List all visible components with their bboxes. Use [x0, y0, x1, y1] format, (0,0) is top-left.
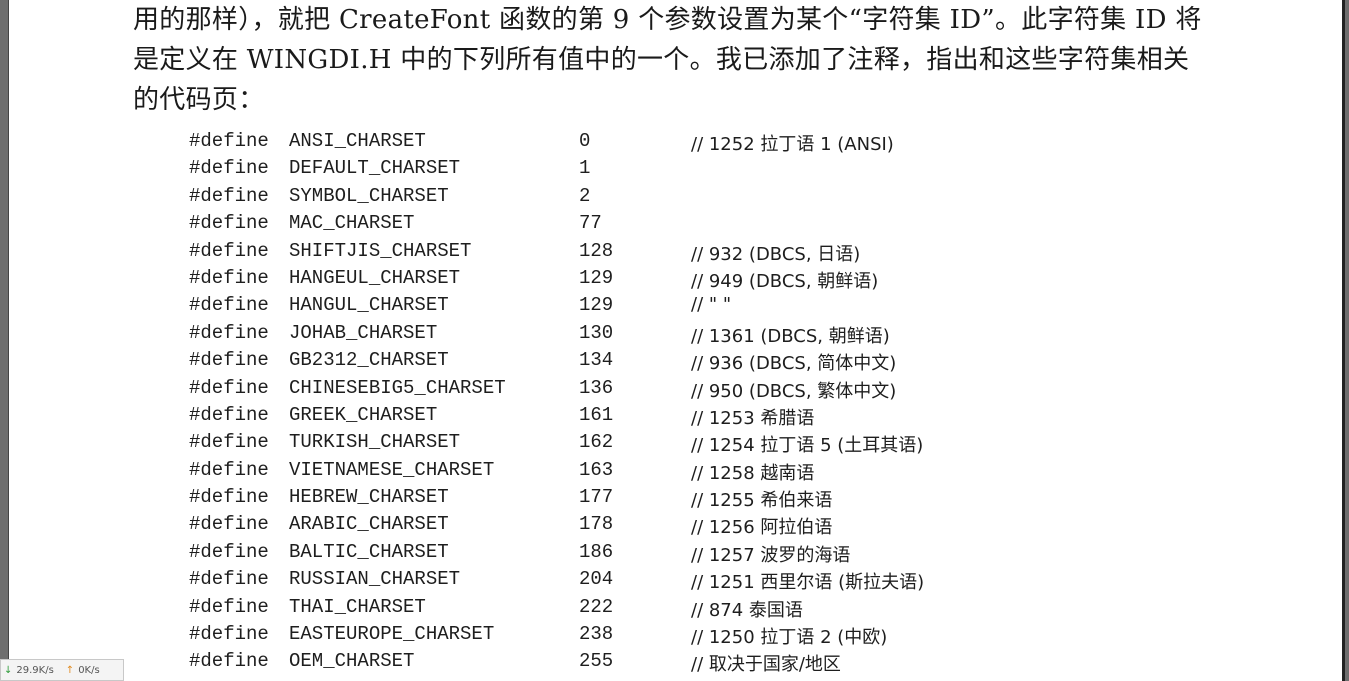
define-keyword: #define — [189, 458, 269, 481]
charset-name: RUSSIAN_CHARSET — [289, 568, 461, 591]
define-keyword: #define — [189, 266, 269, 289]
charset-name: VIETNAMESE_CHARSET — [289, 458, 495, 481]
charset-value: 204 — [579, 568, 614, 591]
charset-name: ANSI_CHARSET — [289, 130, 426, 152]
charset-value: 186 — [579, 540, 614, 563]
charset-value: 128 — [579, 239, 614, 262]
charset-name: THAI_CHARSET — [289, 595, 426, 618]
download-speed: 29.9K/s — [16, 664, 54, 676]
charset-name: SYMBOL_CHARSET — [289, 184, 449, 207]
define-keyword: #define — [189, 239, 269, 262]
arrow-down-icon: ↓ — [4, 664, 13, 676]
charset-value: 136 — [579, 376, 614, 399]
define-keyword: #define — [189, 486, 269, 509]
charset-comment: // 取决于国家/地区 — [691, 654, 841, 676]
arrow-up-icon: ↑ — [65, 664, 75, 676]
charset-comment: // 950 (DBCS, 繁体中文) — [691, 380, 897, 402]
define-keyword: #define — [189, 403, 269, 426]
define-keyword: #define — [189, 130, 269, 152]
charset-comment: // 1361 (DBCS, 朝鲜语) — [691, 325, 890, 347]
network-speed-widget[interactable]: ↓ 29.9K/s ↑ 0K/s — [0, 659, 124, 681]
charset-comment: // " " — [691, 294, 732, 316]
charset-name: HANGEUL_CHARSET — [289, 266, 461, 289]
charset-comment: // 1258 越南语 — [691, 462, 815, 484]
charset-value: 162 — [579, 431, 614, 454]
charset-value: 255 — [579, 650, 614, 673]
charset-name: BALTIC_CHARSET — [289, 540, 449, 563]
charset-comment: // 1252 拉丁语 1 (ANSI) — [691, 134, 894, 155]
define-keyword: #define — [189, 349, 269, 372]
define-keyword: #define — [189, 595, 269, 618]
define-keyword: #define — [189, 376, 269, 399]
define-keyword: #define — [189, 513, 269, 536]
body-paragraph: 用的那样），就把 CreateFont 函数的第 9 个参数设置为某个“字符集 … — [133, 0, 1253, 120]
define-keyword: #define — [189, 294, 269, 317]
define-keyword: #define — [189, 212, 269, 235]
charset-value: 77 — [579, 212, 602, 235]
charset-value: 129 — [579, 266, 614, 289]
charset-comment: // 1253 希腊语 — [691, 407, 815, 429]
charset-name: GREEK_CHARSET — [289, 403, 438, 426]
charset-name: ARABIC_CHARSET — [289, 513, 449, 536]
charset-value: 161 — [579, 403, 614, 426]
define-keyword: #define — [189, 568, 269, 591]
charset-name: SHIFTJIS_CHARSET — [289, 239, 472, 262]
upload-speed: 0K/s — [78, 664, 100, 676]
define-keyword: #define — [189, 431, 269, 454]
document-page: 用的那样），就把 CreateFont 函数的第 9 个参数设置为某个“字符集 … — [8, 0, 1345, 681]
charset-comment: // 1256 阿拉伯语 — [691, 517, 833, 539]
charset-value: 134 — [579, 349, 614, 372]
charset-value: 178 — [579, 513, 614, 536]
charset-comment: // 874 泰国语 — [691, 599, 803, 621]
define-keyword: #define — [189, 321, 269, 344]
paragraph-line: 是定义在 WINGDI.H 中的下列所有值中的一个。我已添加了注释，指出和这些字… — [133, 45, 1190, 75]
charset-name: OEM_CHARSET — [289, 650, 415, 673]
charset-comment: // 932 (DBCS, 日语) — [691, 243, 861, 265]
charset-value: 163 — [579, 458, 614, 481]
charset-value: 129 — [579, 294, 614, 317]
charset-comment: // 949 (DBCS, 朝鲜语) — [691, 270, 879, 292]
define-keyword: #define — [189, 650, 269, 673]
charset-name: TURKISH_CHARSET — [289, 431, 461, 454]
charset-comment: // 1255 希伯来语 — [691, 490, 833, 512]
define-keyword: #define — [189, 157, 269, 180]
charset-name: DEFAULT_CHARSET — [289, 157, 461, 180]
paragraph-line: 用的那样），就把 CreateFont 函数的第 9 个参数设置为某个“字符集 … — [133, 5, 1202, 35]
define-keyword: #define — [189, 540, 269, 563]
charset-value: 1 — [579, 157, 591, 180]
charset-comment: // 1251 西里尔语 (斯拉夫语) — [691, 572, 925, 594]
charset-name: HANGUL_CHARSET — [289, 294, 449, 317]
define-keyword: #define — [189, 184, 269, 207]
charset-comment: // 1257 波罗的海语 — [691, 544, 851, 566]
charset-value: 130 — [579, 321, 614, 344]
charset-name: JOHAB_CHARSET — [289, 321, 438, 344]
charset-name: CHINESEBIG5_CHARSET — [289, 376, 506, 399]
charset-value: 177 — [579, 486, 614, 509]
charset-comment: // 1250 拉丁语 2 (中欧) — [691, 627, 888, 649]
charset-comment: // 1254 拉丁语 5 (土耳其语) — [691, 435, 924, 457]
paragraph-line: 的代码页： — [133, 85, 265, 115]
charset-value: 0 — [579, 130, 591, 152]
charset-value: 238 — [579, 623, 614, 646]
charset-name: GB2312_CHARSET — [289, 349, 449, 372]
charset-comment: // 936 (DBCS, 简体中文) — [691, 353, 897, 375]
charset-name: MAC_CHARSET — [289, 212, 415, 235]
charset-value: 2 — [579, 184, 591, 207]
charset-value: 222 — [579, 595, 614, 618]
charset-name: EASTEUROPE_CHARSET — [289, 623, 495, 646]
define-keyword: #define — [189, 623, 269, 646]
charset-name: HEBREW_CHARSET — [289, 486, 449, 509]
